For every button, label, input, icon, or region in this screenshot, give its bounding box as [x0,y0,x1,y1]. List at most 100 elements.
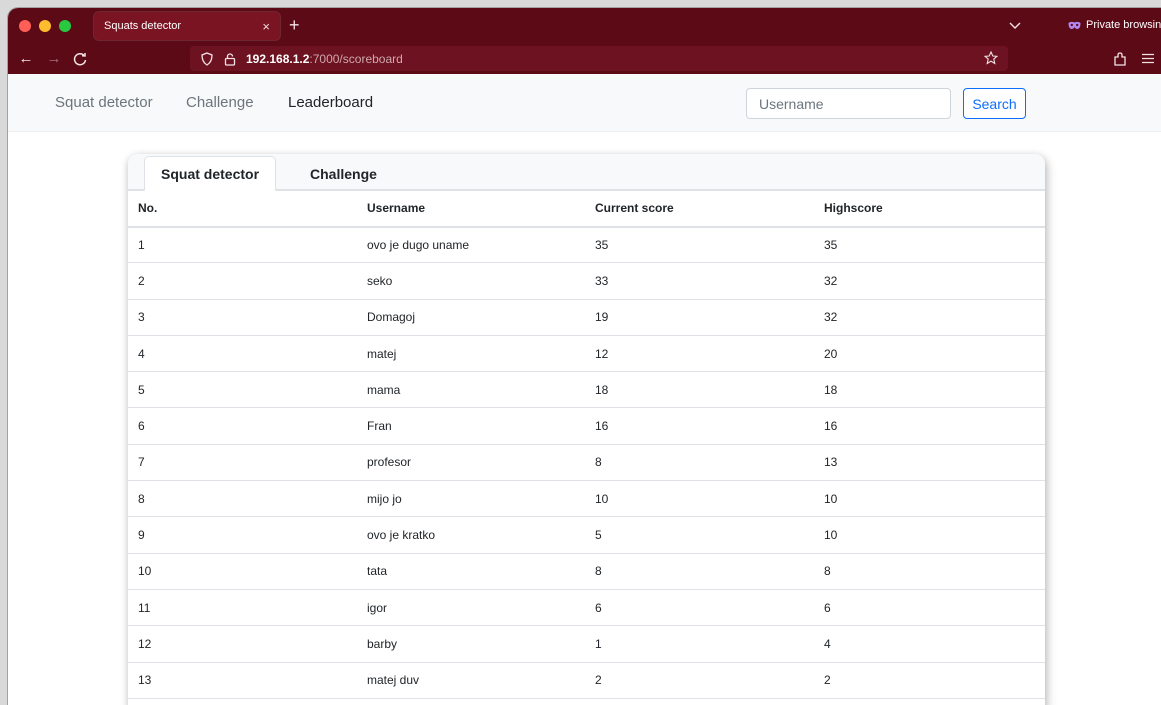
window-controls [19,20,71,32]
close-window-button[interactable] [19,20,31,32]
cell-current-score: 5 [595,528,602,543]
table-header-row: No. Username Current score Highscore [128,190,1045,227]
address-bar[interactable]: 192.168.1.2:7000/scoreboard [190,46,1008,71]
cell-username: ovo je dugo uname [367,237,470,252]
cell-current-score: 6 [595,600,602,615]
nav-link-challenge[interactable]: Challenge [186,94,254,111]
mask-icon [1068,21,1081,29]
cell-username: Fran [367,419,392,434]
table-body: 1 ovo je dugo uname 35 35 2 seko 33 32 3 Domagoj 1… [128,227,1045,699]
reload-icon[interactable] [72,51,88,67]
cell-current-score: 19 [595,310,609,325]
cell-current-score: 12 [595,346,609,361]
cell-highscore: 10 [824,528,838,543]
cell-username: mama [367,382,401,397]
cell-rank: 13 [138,673,152,688]
cell-highscore: 32 [824,273,838,288]
column-header-highscore[interactable]: Highscore [814,191,1045,227]
cell-current-score: 10 [595,491,609,506]
cell-highscore: 2 [824,673,831,688]
minimize-window-button[interactable] [39,20,51,32]
table-row: 8 mijo jo 10 10 [128,481,1045,517]
hamburger-menu-icon[interactable] [1142,53,1154,64]
forward-arrow-icon[interactable]: → [46,51,62,67]
cell-highscore: 32 [824,310,838,325]
cell-current-score: 16 [595,419,609,434]
tab-title: Squats detector [104,20,182,32]
cell-username: seko [367,273,393,288]
leaderboard-card: Squat detector Challenge No. Username Cu… [128,154,1045,705]
cell-username: barby [367,636,398,651]
page-content: Squat detector Challenge Leaderboard Sea… [8,74,1161,705]
cell-rank: 9 [138,528,145,543]
leaderboard-table: No. Username Current score Highscore 1 ov… [128,190,1045,699]
table-row: 3 Domagoj 19 32 [128,299,1045,336]
back-arrow-icon[interactable]: ← [18,51,34,67]
cell-current-score: 18 [595,382,609,397]
cell-rank: 2 [138,273,145,288]
cell-current-score: 35 [595,237,609,252]
table-row: 4 matej 12 20 [128,335,1045,372]
cell-rank: 7 [138,455,145,470]
cell-highscore: 8 [824,564,831,579]
site-navbar: Squat detector Challenge Leaderboard Sea… [8,74,1161,132]
cell-highscore: 18 [824,382,838,397]
cell-username: matej duv [367,673,420,688]
cell-current-score: 1 [595,636,602,651]
private-browsing-label: Private browsing [1086,19,1161,31]
extensions-icon[interactable] [1113,51,1127,67]
cell-username: tata [367,564,388,579]
lock-icon[interactable] [223,52,237,66]
table-row: 1 ovo je dugo uname 35 35 [128,227,1045,263]
cell-highscore: 6 [824,600,831,615]
table-row: 13 matej duv 2 2 [128,662,1045,699]
cell-highscore: 20 [824,346,838,361]
cell-rank: 4 [138,346,145,361]
cell-highscore: 13 [824,455,838,470]
navbar-brand[interactable]: Squat detector [55,94,153,111]
cell-highscore: 35 [824,237,838,252]
cell-rank: 1 [138,237,145,252]
column-header-username[interactable]: Username [357,191,585,227]
cell-current-score: 2 [595,673,602,688]
cell-username: matej [367,346,397,361]
cell-username: profesor [367,455,412,470]
table-row: 12 barby 1 4 [128,626,1045,663]
cell-username: igor [367,600,388,615]
table-row: 10 tata 8 8 [128,553,1045,590]
table-row: 2 seko 33 32 [128,263,1045,300]
cell-current-score: 8 [595,564,602,579]
cell-current-score: 8 [595,455,602,470]
nav-link-leaderboard[interactable]: Leaderboard [288,94,373,111]
cell-rank: 8 [138,491,145,506]
cell-rank: 12 [138,636,152,651]
new-tab-button[interactable]: + [289,15,300,35]
nav-toolbar: ← → 192.168.1.2:7000/scoreboard [8,44,1161,74]
browser-tab[interactable]: Squats detector × [94,12,280,40]
cell-rank: 6 [138,419,145,434]
tab-close-icon[interactable]: × [262,19,270,34]
zoom-window-button[interactable] [59,20,71,32]
browser-window: Squats detector × + Private browsing ← → [8,8,1161,705]
cell-rank: 10 [138,564,152,579]
cell-rank: 3 [138,310,145,325]
shield-icon[interactable] [200,51,214,66]
tab-squat-detector[interactable]: Squat detector [144,156,277,191]
column-header-no[interactable]: No. [128,191,357,227]
cell-username: Domagoj [367,310,416,325]
tab-challenge[interactable]: Challenge [294,156,393,191]
search-button[interactable]: Search [963,88,1026,119]
cell-rank: 11 [138,600,151,615]
cell-current-score: 33 [595,273,609,288]
table-row: 7 profesor 8 13 [128,444,1045,481]
column-header-current-score[interactable]: Current score [585,191,814,227]
cell-highscore: 4 [824,636,831,651]
cell-rank: 5 [138,382,145,397]
chevron-down-icon[interactable] [1008,18,1022,32]
url-path: :7000/scoreboard [309,51,403,66]
table-row: 6 Fran 16 16 [128,408,1045,445]
cell-highscore: 10 [824,491,838,506]
bookmark-star-icon[interactable] [984,51,998,65]
table-row: 11 igor 6 6 [128,589,1045,626]
username-search-input[interactable] [746,88,951,119]
